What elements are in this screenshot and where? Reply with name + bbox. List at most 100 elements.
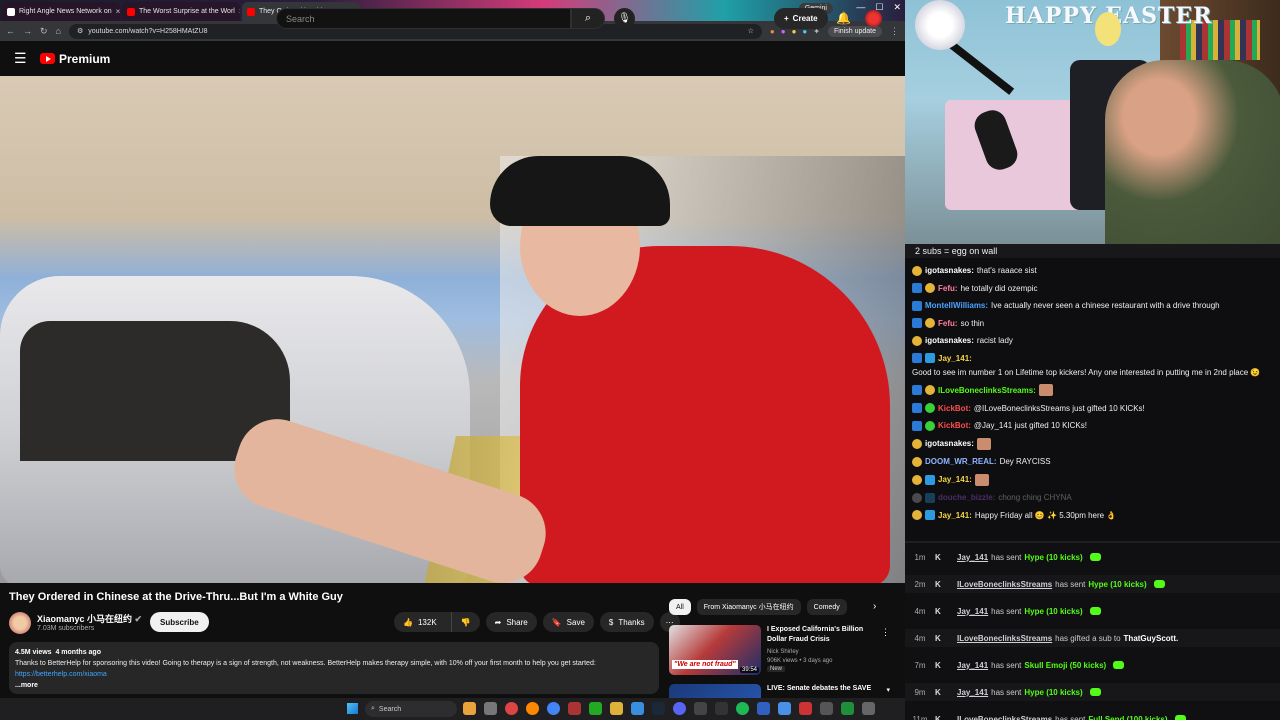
chat-username[interactable]: Fefu: <box>938 283 958 294</box>
recommended-title[interactable]: LIVE: Senate debates the SAVE <box>767 684 879 694</box>
chip-from-channel[interactable]: From Xiaomanyc 小马在纽约 <box>696 599 801 615</box>
account-avatar[interactable] <box>865 10 882 27</box>
folder-icon[interactable] <box>610 702 623 715</box>
menu-icon[interactable]: ☰ <box>14 50 40 67</box>
chat-username[interactable]: KickBot: <box>938 420 971 431</box>
save-button[interactable]: 🔖 Save <box>542 612 594 632</box>
recommended-title[interactable]: I Exposed California's Billion Dollar Fr… <box>767 625 879 645</box>
chat-username[interactable]: Jay_141: <box>938 353 972 364</box>
app-icon[interactable] <box>862 702 875 715</box>
chip-all[interactable]: All <box>669 599 691 615</box>
app-icon[interactable] <box>841 702 854 715</box>
steam-icon[interactable] <box>652 702 665 715</box>
recommended-channel[interactable]: Nick Shirley <box>767 649 799 655</box>
chat-username[interactable]: Jay_141: <box>938 510 972 521</box>
more-options-icon[interactable]: ⋮ <box>881 627 890 638</box>
event-username[interactable]: Jay_141 <box>957 607 988 616</box>
channel-avatar[interactable] <box>9 612 31 634</box>
app-icon[interactable] <box>778 702 791 715</box>
app-icon[interactable] <box>589 702 602 715</box>
app-icon[interactable] <box>484 702 497 715</box>
app-icon[interactable] <box>757 702 770 715</box>
browser-menu-icon[interactable]: ⋮ <box>890 26 899 37</box>
chat-username[interactable]: douche_bizzle: <box>938 492 995 503</box>
app-icon[interactable] <box>694 702 707 715</box>
close-tab-icon[interactable]: × <box>239 7 240 16</box>
search-input[interactable]: Search <box>276 8 571 29</box>
description-box[interactable]: 4.5M views 4 months ago Thanks to Better… <box>9 642 659 694</box>
chat-username[interactable]: Jay_141: <box>938 474 972 485</box>
chat-username[interactable]: KickBot: <box>938 403 971 414</box>
event-username[interactable]: Jay_141 <box>957 688 988 697</box>
voice-search-button[interactable]: 🎙 <box>614 8 635 29</box>
notifications-bell-icon[interactable]: 🔔 <box>836 11 851 25</box>
event-username[interactable]: ILoveBoneclinksStreams <box>957 580 1052 589</box>
show-more-link[interactable]: ...more <box>15 682 38 689</box>
event-username[interactable]: Jay_141 <box>957 661 988 670</box>
video-thumbnail[interactable] <box>669 684 761 698</box>
chat-username[interactable]: igotasnakes: <box>925 265 974 276</box>
chevron-right-icon[interactable]: › <box>873 601 876 612</box>
chat-message: igotasnakes: <box>912 437 1273 450</box>
chat-username[interactable]: MontellWilliams: <box>925 300 988 311</box>
browser-tab[interactable]: Right Angle News Network on × <box>2 2 120 21</box>
video-thumbnail[interactable]: "We are not fraud" 39:54 <box>669 625 761 675</box>
app-icon[interactable] <box>820 702 833 715</box>
file-explorer-icon[interactable] <box>463 702 476 715</box>
chrome-icon[interactable] <box>505 702 518 715</box>
close-window-icon[interactable]: ✕ <box>893 2 901 13</box>
chat-username[interactable]: DOOM_WR_REAL: <box>925 456 997 467</box>
search-button[interactable]: ⌕ <box>571 8 605 29</box>
back-icon[interactable]: ← <box>6 26 15 36</box>
event-username[interactable]: ILoveBoneclinksStreams <box>957 715 1052 720</box>
chat-username[interactable]: igotasnakes: <box>925 335 974 346</box>
event-username[interactable]: Jay_141 <box>957 553 988 562</box>
discord-icon[interactable] <box>673 702 686 715</box>
kick-currency-icon <box>1153 580 1165 588</box>
browser-tab[interactable]: The Worst Surprise at the Worl × <box>122 2 240 21</box>
thanks-button[interactable]: $ Thanks <box>599 612 654 632</box>
video-player[interactable] <box>0 76 905 583</box>
browser-icon[interactable] <box>547 702 560 715</box>
obs-icon[interactable] <box>715 702 728 715</box>
recommended-video[interactable]: LIVE: Senate debates the SAVE ▾ <box>669 684 894 698</box>
kick-logo-icon: K <box>935 606 941 616</box>
subscribe-button[interactable]: Subscribe <box>150 612 209 632</box>
description-link[interactable]: https://betterhelp.com/xiaoma <box>15 671 107 678</box>
like-button[interactable]: 👍 132K <box>394 612 446 632</box>
create-button[interactable]: + Create <box>774 8 828 29</box>
dislike-button[interactable]: 👎 <box>450 612 480 632</box>
reload-icon[interactable]: ↻ <box>40 26 48 37</box>
close-tab-icon[interactable]: × <box>116 7 120 16</box>
firefox-icon[interactable] <box>526 702 539 715</box>
app-icon[interactable] <box>631 702 644 715</box>
share-button[interactable]: ➦ Share <box>485 612 537 632</box>
forward-icon[interactable]: → <box>23 26 32 36</box>
extension-icon[interactable]: ● <box>770 27 775 36</box>
chat-message: Jay_141: <box>912 473 1273 486</box>
chat-username[interactable]: ILoveBoneclinksStreams: <box>938 385 1036 396</box>
youtube-favicon-icon <box>127 7 135 16</box>
minimize-icon[interactable]: — <box>856 2 865 13</box>
chat-badge-icon <box>912 283 922 293</box>
app-icon[interactable] <box>799 702 812 715</box>
chat-username[interactable]: igotasnakes: <box>925 438 974 449</box>
windows-start-icon[interactable] <box>347 703 358 714</box>
spotify-icon[interactable] <box>736 702 749 715</box>
taskbar-search[interactable]: ⌕ Search <box>365 701 457 717</box>
bookmark-star-icon[interactable]: ☆ <box>748 27 754 35</box>
chat-badge-icon <box>925 283 935 293</box>
event-username[interactable]: ILoveBoneclinksStreams <box>957 634 1052 643</box>
home-icon[interactable]: ⌂ <box>56 26 61 36</box>
youtube-logo[interactable]: Premium <box>40 52 110 66</box>
chat-username[interactable]: Fefu: <box>938 318 958 329</box>
channel-name[interactable]: Xiaomanyc 小马在纽约 ✔ <box>37 612 142 625</box>
finish-update-button[interactable]: Finish update <box>827 25 882 37</box>
chat-badge-icon <box>912 385 922 395</box>
app-icon[interactable] <box>568 702 581 715</box>
site-info-icon[interactable]: ⚙ <box>77 27 83 35</box>
event-gift: Skull Emoji (50 kicks) <box>1024 660 1107 670</box>
recommended-video[interactable]: "We are not fraud" 39:54 I Exposed Calif… <box>669 625 894 675</box>
chip-comedy[interactable]: Comedy <box>806 599 847 615</box>
more-options-icon[interactable]: ▾ <box>886 686 890 694</box>
